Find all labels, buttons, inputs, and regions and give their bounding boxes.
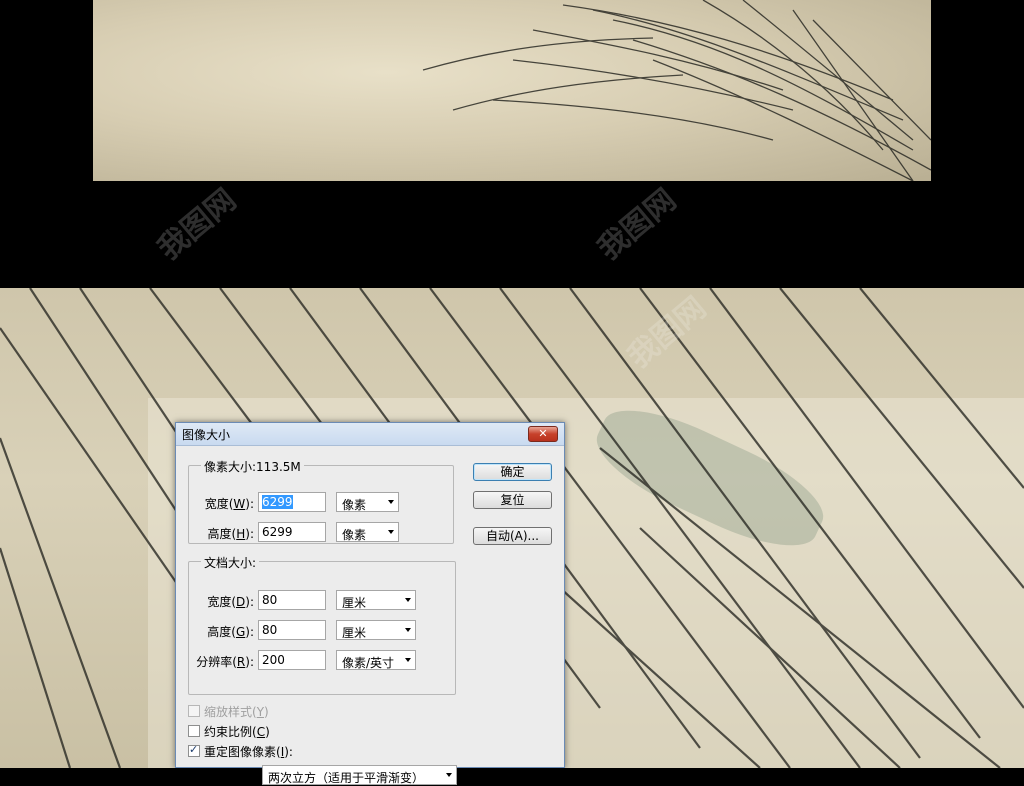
watermark: 我图网	[151, 182, 243, 268]
feather-drawing-top	[422, 0, 931, 181]
doc-height-label: 高度(G):	[207, 625, 254, 639]
pixel-width-unit-select[interactable]: 像素	[336, 492, 399, 512]
chevron-down-icon	[405, 598, 411, 602]
constrain-proportions-checkbox[interactable]	[188, 725, 200, 737]
resolution-unit-select[interactable]: 像素/英寸	[336, 650, 416, 670]
resample-image-checkbox[interactable]	[188, 743, 200, 757]
doc-height-unit-select[interactable]: 厘米	[336, 620, 416, 640]
close-button[interactable]: ✕	[528, 426, 558, 442]
scale-styles-checkbox[interactable]	[188, 705, 200, 717]
constrain-proportions-label: 约束比例(C)	[204, 725, 270, 739]
resolution-input[interactable]: 200	[258, 650, 326, 670]
resample-method-select[interactable]: 两次立方（适用于平滑渐变）	[262, 765, 457, 785]
chevron-down-icon	[388, 500, 394, 504]
pixel-width-label: 宽度(W):	[204, 497, 254, 511]
artwork-top-panel	[93, 0, 931, 181]
dialog-title: 图像大小	[182, 428, 231, 442]
pixel-height-input[interactable]: 6299	[258, 522, 326, 542]
doc-height-input[interactable]: 80	[258, 620, 326, 640]
chevron-down-icon	[405, 628, 411, 632]
pixel-height-label: 高度(H):	[207, 527, 254, 541]
doc-width-unit-select[interactable]: 厘米	[336, 590, 416, 610]
pixel-width-input[interactable]: 6299	[258, 492, 326, 512]
resolution-label: 分辨率(R):	[196, 655, 254, 669]
doc-width-label: 宽度(D):	[207, 595, 254, 609]
ok-button[interactable]: 确定	[473, 463, 552, 481]
close-icon: ✕	[538, 427, 548, 440]
chevron-down-icon	[388, 530, 394, 534]
chevron-down-icon	[446, 773, 452, 777]
resample-image-label: 重定图像像素(I):	[204, 745, 293, 759]
dialog-content: 像素大小:113.5M 宽度(W): 6299 像素 高度(H): 6299 像…	[176, 446, 564, 785]
document-size-legend: 文档大小:	[201, 554, 260, 571]
watermark: 我图网	[591, 182, 683, 268]
pixel-height-unit-select[interactable]: 像素	[336, 522, 399, 542]
auto-button[interactable]: 自动(A)...	[473, 527, 552, 545]
chevron-down-icon	[405, 658, 411, 662]
reset-button[interactable]: 复位	[473, 491, 552, 509]
dialog-titlebar[interactable]: 图像大小 ✕	[176, 423, 564, 446]
doc-width-input[interactable]: 80	[258, 590, 326, 610]
image-size-dialog: 图像大小 ✕ 像素大小:113.5M 宽度(W): 6299 像素 高度(H):…	[175, 422, 565, 785]
pixel-dimensions-legend: 像素大小:113.5M	[201, 458, 304, 475]
scale-styles-label: 缩放样式(Y)	[204, 705, 269, 719]
